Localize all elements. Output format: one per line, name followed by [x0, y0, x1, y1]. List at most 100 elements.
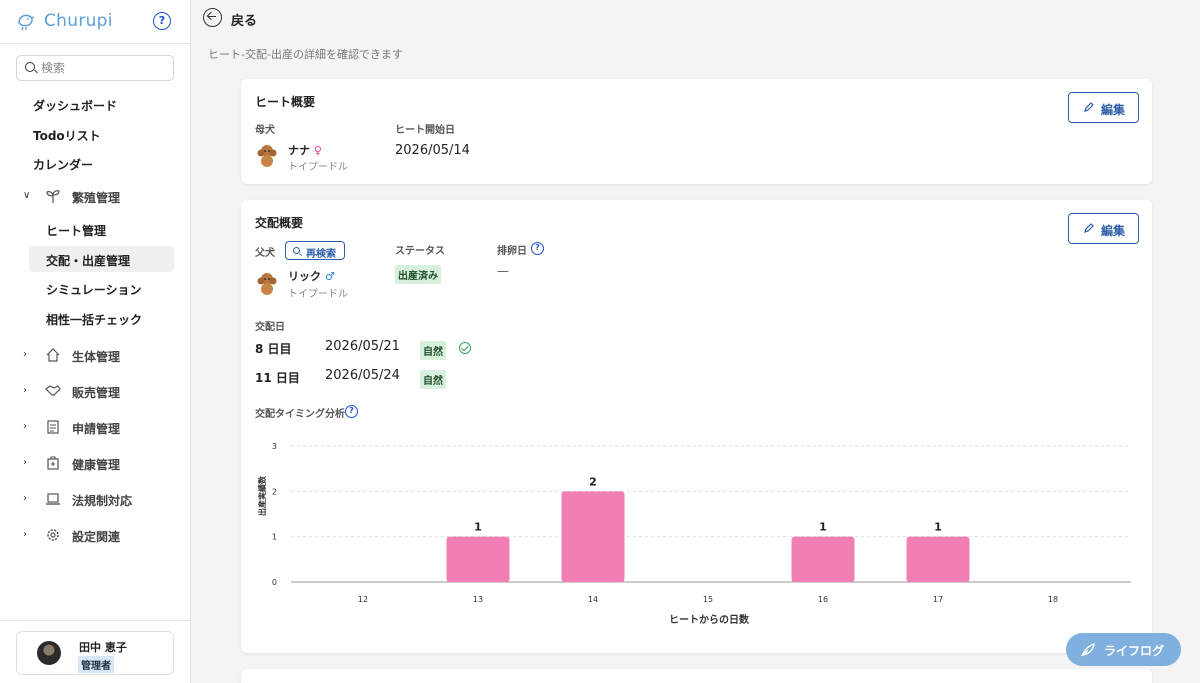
nav-compat-label: 相性一括チェック [46, 313, 143, 327]
y-axis-label: 出産実績数 [257, 475, 267, 516]
nav-heat-label: ヒート管理 [46, 224, 107, 238]
nav-group-label: 繁殖管理 [72, 191, 121, 205]
mating-day: 8 日目 [255, 342, 292, 356]
mating-date-label: 交配日 [255, 322, 285, 333]
dog-avatar [257, 273, 277, 295]
app-logo[interactable]: Churupi ? [14, 8, 184, 34]
lifelog-button[interactable]: ライフログ [1066, 633, 1181, 666]
mating-summary-card: 交配概要 編集 父犬 再検索 リック ♂ トイプードル ステータス 出産済み 排… [241, 200, 1152, 653]
sprout-icon [46, 190, 60, 203]
search-icon [293, 247, 300, 254]
user-name: 田中 恵子 [79, 641, 127, 654]
medical-kit-icon [47, 456, 59, 470]
avatar [37, 641, 61, 665]
chart-bar[interactable] [791, 536, 855, 582]
father-name[interactable]: リック ♂ [288, 268, 335, 284]
timing-chart: 012312 13114215 16117118 出産実績数 ヒートからの日数 [257, 442, 1131, 626]
x-tick-label: 15 [703, 595, 713, 604]
y-tick-label: 0 [272, 578, 277, 587]
divider [0, 43, 190, 44]
nav-todo[interactable]: Todoリスト [33, 127, 101, 144]
bar-value-label: 1 [819, 521, 827, 534]
dog-avatar [257, 145, 277, 167]
status-badge: 出産済み [395, 265, 441, 284]
search-input[interactable] [41, 59, 169, 77]
heat-summary-card: ヒート概要 編集 母犬 ナナ ♀ トイプードル ヒート開始日 2026/05/1… [241, 79, 1152, 184]
edit-label: 編集 [1101, 103, 1126, 117]
father-label: 父犬 [255, 248, 275, 259]
nav-compat-check[interactable]: 相性一括チェック [29, 305, 174, 331]
y-tick-label: 3 [272, 442, 277, 451]
chart-bar[interactable] [906, 536, 970, 582]
mother-name[interactable]: ナナ ♀ [288, 142, 322, 158]
lifelog-label: ライフログ [1104, 644, 1165, 658]
nav-simulation-label: シミュレーション [46, 283, 142, 297]
document-icon [47, 420, 59, 434]
edit-label: 編集 [1101, 224, 1126, 238]
status-label: ステータス [395, 246, 445, 257]
nav-group-breeding[interactable]: ∨ 繁殖管理 [20, 186, 180, 208]
chevron-right-icon: › [23, 457, 27, 468]
nav-group-label: 法規制対応 [72, 494, 133, 508]
male-icon: ♂ [324, 270, 335, 283]
nav-group-animals[interactable]: › 生体管理 [20, 345, 180, 367]
nav-group-health[interactable]: › 健康管理 [20, 453, 180, 475]
nav-mating[interactable]: 交配・出産管理 [29, 246, 174, 272]
check-circle-icon [459, 342, 471, 354]
mating-type-badge: 自然 [420, 341, 446, 360]
chevron-down-icon: ∨ [23, 190, 31, 201]
house-icon [46, 348, 60, 362]
divider [0, 620, 190, 621]
heat-start-date: 2026/05/14 [395, 143, 470, 158]
x-tick-label: 16 [818, 595, 828, 604]
user-profile[interactable]: 田中 恵子 管理者 [16, 631, 174, 675]
nav-heat[interactable]: ヒート管理 [29, 216, 174, 242]
help-icon[interactable]: ? [345, 405, 358, 418]
heat-start-label: ヒート開始日 [395, 125, 455, 136]
father-breed: トイプードル [288, 289, 348, 300]
back-arrow-icon [203, 8, 222, 27]
next-card [241, 669, 1152, 683]
y-tick-label: 2 [272, 487, 277, 496]
sidebar: Churupi ? ダッシュボード Todoリスト カレンダー ∨ 繁殖管理 ヒ… [0, 0, 191, 683]
nav-group-regulation[interactable]: › 法規制対応 [20, 489, 180, 511]
feather-icon [1081, 642, 1095, 657]
edit-heat-button[interactable]: 編集 [1068, 92, 1139, 123]
nav-group-label: 生体管理 [72, 350, 121, 364]
search-box[interactable] [16, 55, 174, 81]
bird-logo-icon [18, 14, 35, 31]
mother-label: 母犬 [255, 125, 275, 136]
help-icon[interactable]: ? [153, 12, 171, 30]
chart-bar[interactable] [561, 491, 625, 582]
pencil-icon [1084, 102, 1094, 112]
nav-group-label: 設定関連 [72, 530, 121, 544]
chevron-right-icon: › [23, 349, 27, 360]
x-tick-label: 14 [588, 595, 598, 604]
nav-group-label: 健康管理 [72, 458, 121, 472]
x-tick-label: 13 [473, 595, 483, 604]
nav-simulation[interactable]: シミュレーション [29, 275, 174, 301]
nav-dashboard[interactable]: ダッシュボード [33, 97, 117, 114]
pencil-icon [1084, 223, 1094, 233]
back-label: 戻る [231, 14, 258, 29]
card-title: ヒート概要 [255, 95, 316, 109]
mother-breed: トイプードル [288, 162, 348, 173]
edit-mating-button[interactable]: 編集 [1068, 213, 1139, 244]
nav-group-applications[interactable]: › 申請管理 [20, 417, 180, 439]
chart-bar[interactable] [446, 536, 510, 582]
nav-group-settings[interactable]: › 設定関連 [20, 525, 180, 547]
research-button[interactable]: 再検索 [285, 241, 345, 260]
nav-group-sales[interactable]: › 販売管理 [20, 381, 180, 403]
help-icon[interactable]: ? [531, 242, 544, 255]
ovulation-label: 排卵日 [497, 246, 527, 257]
mating-date: 2026/05/24 [325, 368, 400, 383]
mating-day: 11 日目 [255, 371, 300, 385]
card-title: 交配概要 [255, 216, 304, 230]
nav-calendar[interactable]: カレンダー [33, 156, 93, 173]
analysis-label: 交配タイミング分析 [255, 409, 345, 420]
x-axis-label: ヒートからの日数 [669, 613, 750, 626]
mating-date: 2026/05/21 [325, 339, 400, 354]
research-label: 再検索 [306, 249, 336, 260]
chevron-right-icon: › [23, 385, 27, 396]
chevron-right-icon: › [23, 493, 27, 504]
